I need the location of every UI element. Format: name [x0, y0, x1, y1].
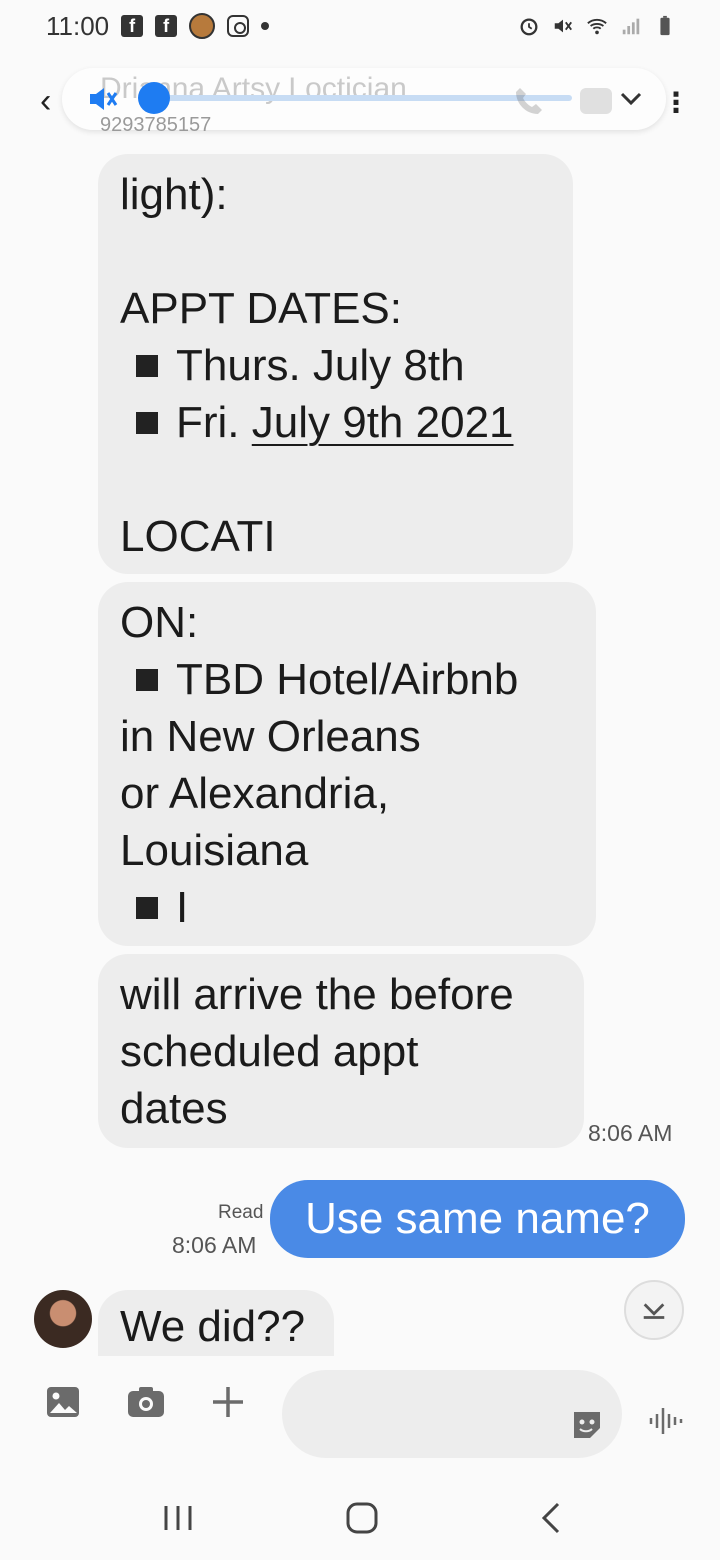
plus-icon[interactable]	[210, 1384, 246, 1420]
contact-number: 9293785157	[100, 114, 212, 136]
bitmoji-icon	[189, 13, 216, 39]
message-line: We did??	[120, 1302, 306, 1351]
composer-bar	[0, 1358, 720, 1468]
bullet-line: I	[120, 879, 574, 936]
signal-icon	[622, 18, 640, 35]
mute-icon	[554, 19, 572, 33]
bullet-line: Thurs. July 8th	[120, 337, 551, 394]
recent-apps-icon[interactable]	[158, 1500, 198, 1536]
message-line: in New Orleans	[120, 712, 421, 761]
system-navigation-bar	[0, 1470, 720, 1560]
back-nav-icon[interactable]	[532, 1500, 572, 1536]
message-line: APPT DATES:	[120, 284, 403, 333]
message-bubble-incoming[interactable]: will arrive the before scheduled appt da…	[98, 954, 584, 1148]
message-line	[120, 451, 551, 508]
bullet-text: Fri.	[176, 398, 252, 447]
message-timestamp: 8:06 AM	[172, 1232, 257, 1258]
gallery-icon[interactable]	[46, 1386, 80, 1418]
facebook-icon: f	[121, 15, 144, 37]
instagram-icon	[227, 15, 250, 37]
message-bubble-incoming[interactable]: We did??	[98, 1290, 334, 1356]
bullet-text: Thurs. July 8th	[176, 341, 465, 390]
message-line: Louisiana	[120, 826, 309, 875]
status-right	[518, 15, 676, 37]
status-left: 11:00 f f	[46, 10, 270, 42]
volume-slider-handle[interactable]	[138, 82, 170, 114]
bullet-line: TBD Hotel/Airbnb	[120, 651, 574, 708]
wifi-icon	[587, 18, 607, 35]
more-notifications-icon	[261, 22, 270, 30]
bullet-square-icon	[136, 354, 158, 377]
bullet-line: Fri. July 9th 2021	[120, 394, 551, 451]
sticker-icon[interactable]	[570, 1408, 604, 1442]
bullet-square-icon	[136, 896, 158, 919]
chevron-down-icon[interactable]	[616, 84, 646, 114]
video-call-icon[interactable]	[580, 88, 612, 114]
volume-slider-track[interactable]	[152, 95, 572, 101]
message-line	[120, 223, 551, 280]
message-input[interactable]	[312, 1394, 562, 1434]
conversation-header: ‹ Drianna Artsy Loctician 9293785157 ⋮	[0, 60, 720, 140]
bullet-text: I	[176, 883, 189, 932]
bullet-text: TBD Hotel/Airbnb	[176, 655, 519, 704]
volume-mute-icon[interactable]	[86, 82, 120, 116]
home-icon[interactable]	[342, 1500, 382, 1536]
message-line: light):	[120, 170, 228, 219]
message-line: scheduled appt	[120, 1027, 419, 1076]
battery-icon	[660, 15, 670, 36]
contact-avatar[interactable]	[34, 1290, 92, 1348]
message-input-container[interactable]	[282, 1370, 622, 1458]
message-line: or Alexandria,	[120, 769, 390, 818]
status-bar: 11:00 f f	[0, 0, 720, 52]
message-line: will arrive the before	[120, 970, 514, 1019]
scroll-to-bottom-button[interactable]	[624, 1280, 684, 1340]
chevron-down-icon	[643, 1303, 665, 1319]
message-line: LOCATI	[120, 512, 276, 561]
phone-icon[interactable]	[512, 84, 546, 118]
message-timestamp: 8:06 AM	[588, 1120, 673, 1146]
voice-record-icon[interactable]	[648, 1406, 684, 1436]
read-receipt: Read	[218, 1202, 264, 1223]
camera-icon[interactable]	[127, 1386, 165, 1418]
bullet-square-icon	[136, 668, 158, 691]
date-link[interactable]: July 9th 2021	[252, 394, 514, 451]
bullet-square-icon	[136, 411, 158, 434]
message-bubble-incoming[interactable]: light): APPT DATES: Thurs. July 8th Fri.…	[98, 154, 573, 574]
message-bubble-outgoing[interactable]: Use same name?	[270, 1180, 685, 1258]
message-line: ON:	[120, 598, 199, 647]
alarm-icon	[520, 18, 538, 36]
more-options-icon[interactable]: ⋮	[662, 86, 690, 119]
message-line: dates	[120, 1084, 228, 1133]
facebook-icon: f	[155, 15, 178, 37]
status-time: 11:00	[46, 10, 110, 41]
back-button[interactable]: ‹	[40, 82, 51, 121]
message-bubble-incoming[interactable]: ON: TBD Hotel/Airbnb in New Orleans or A…	[98, 582, 596, 946]
